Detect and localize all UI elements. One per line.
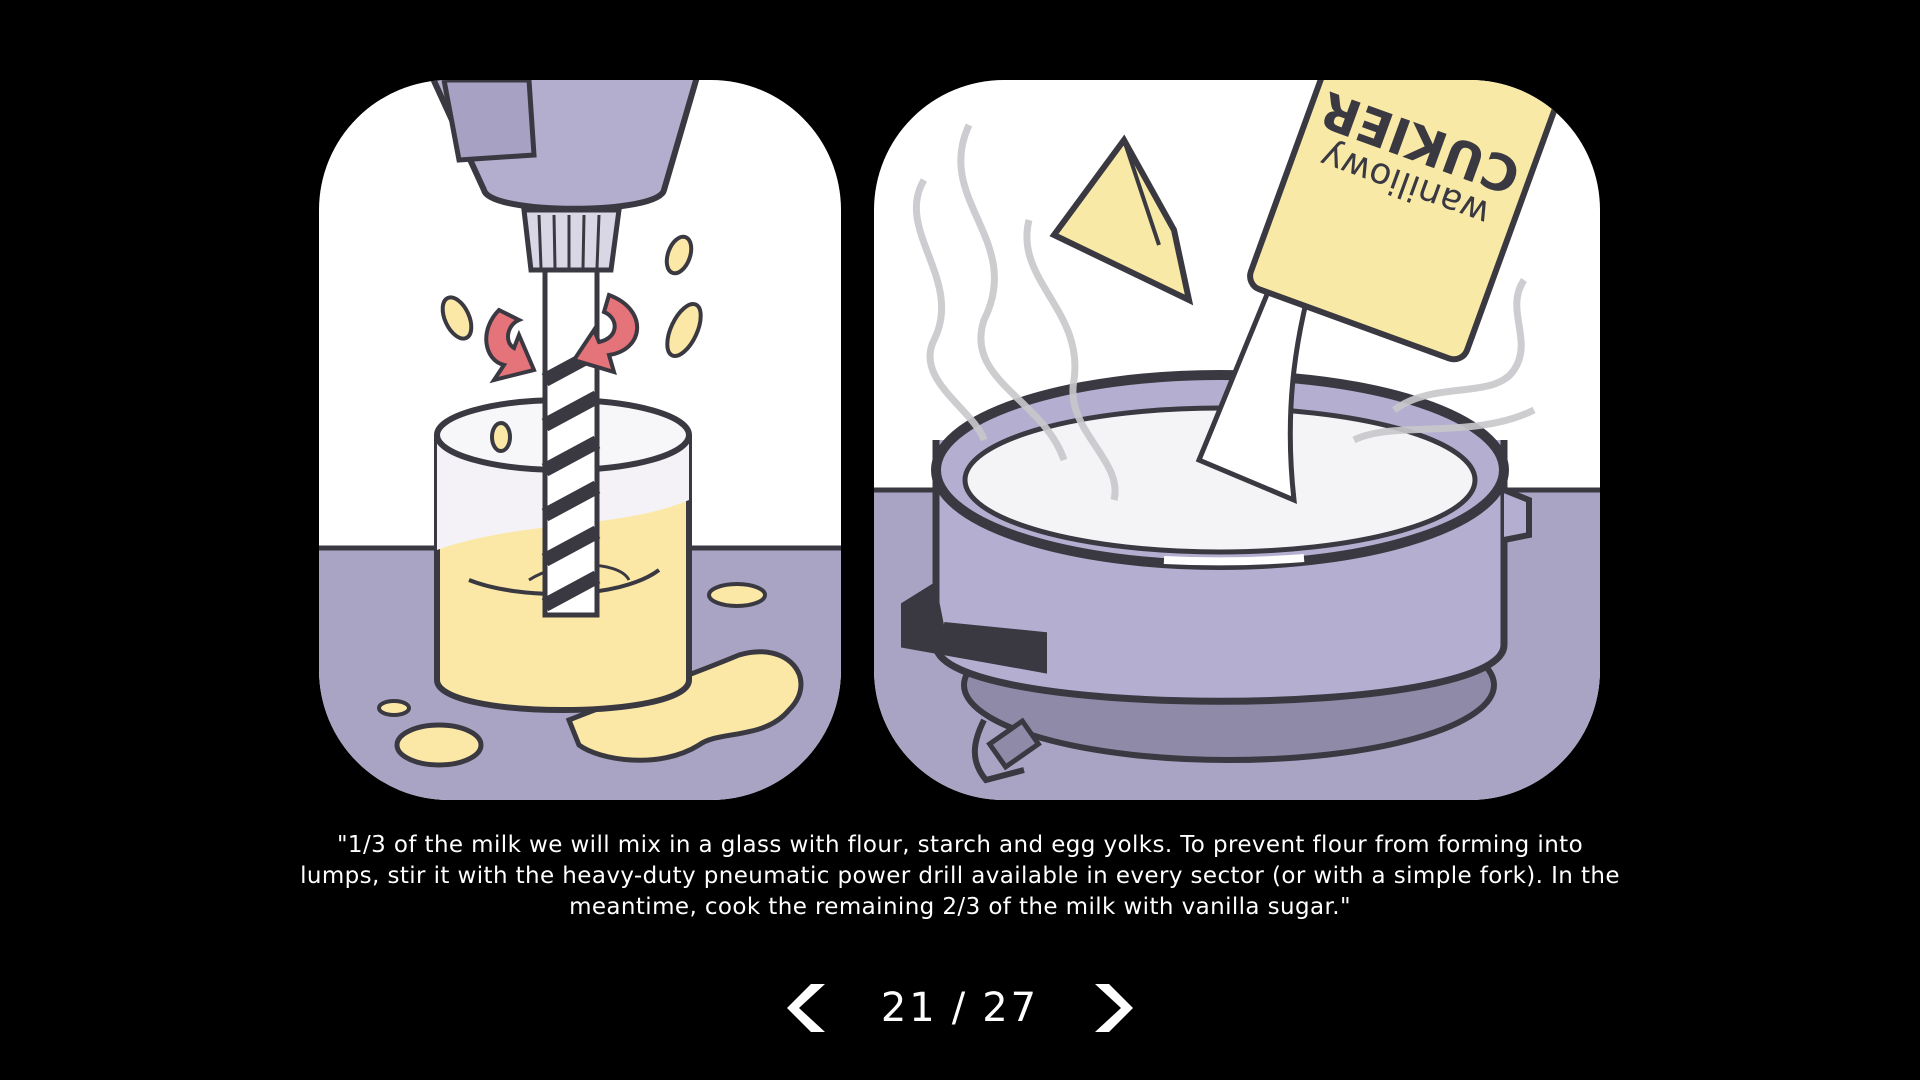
comic-panel-left [319,80,841,800]
chevron-right-icon [1095,984,1134,1032]
page-navigation: 21 / 27 [0,968,1920,1048]
page-counter: 21 / 27 [881,985,1039,1031]
chevron-left-icon [786,984,825,1032]
next-page-button[interactable] [1081,973,1141,1043]
drill-mixing-illustration [319,80,841,800]
page-separator: / [951,985,969,1031]
total-pages: 27 [982,985,1040,1031]
recipe-caption: "1/3 of the milk we will mix in a glass … [300,832,1620,920]
prev-page-button[interactable] [779,973,839,1043]
milk-pot-illustration: CUKIER waniliowy [874,80,1600,800]
current-page: 21 [880,985,938,1031]
comic-panel-right: CUKIER waniliowy [874,80,1600,800]
